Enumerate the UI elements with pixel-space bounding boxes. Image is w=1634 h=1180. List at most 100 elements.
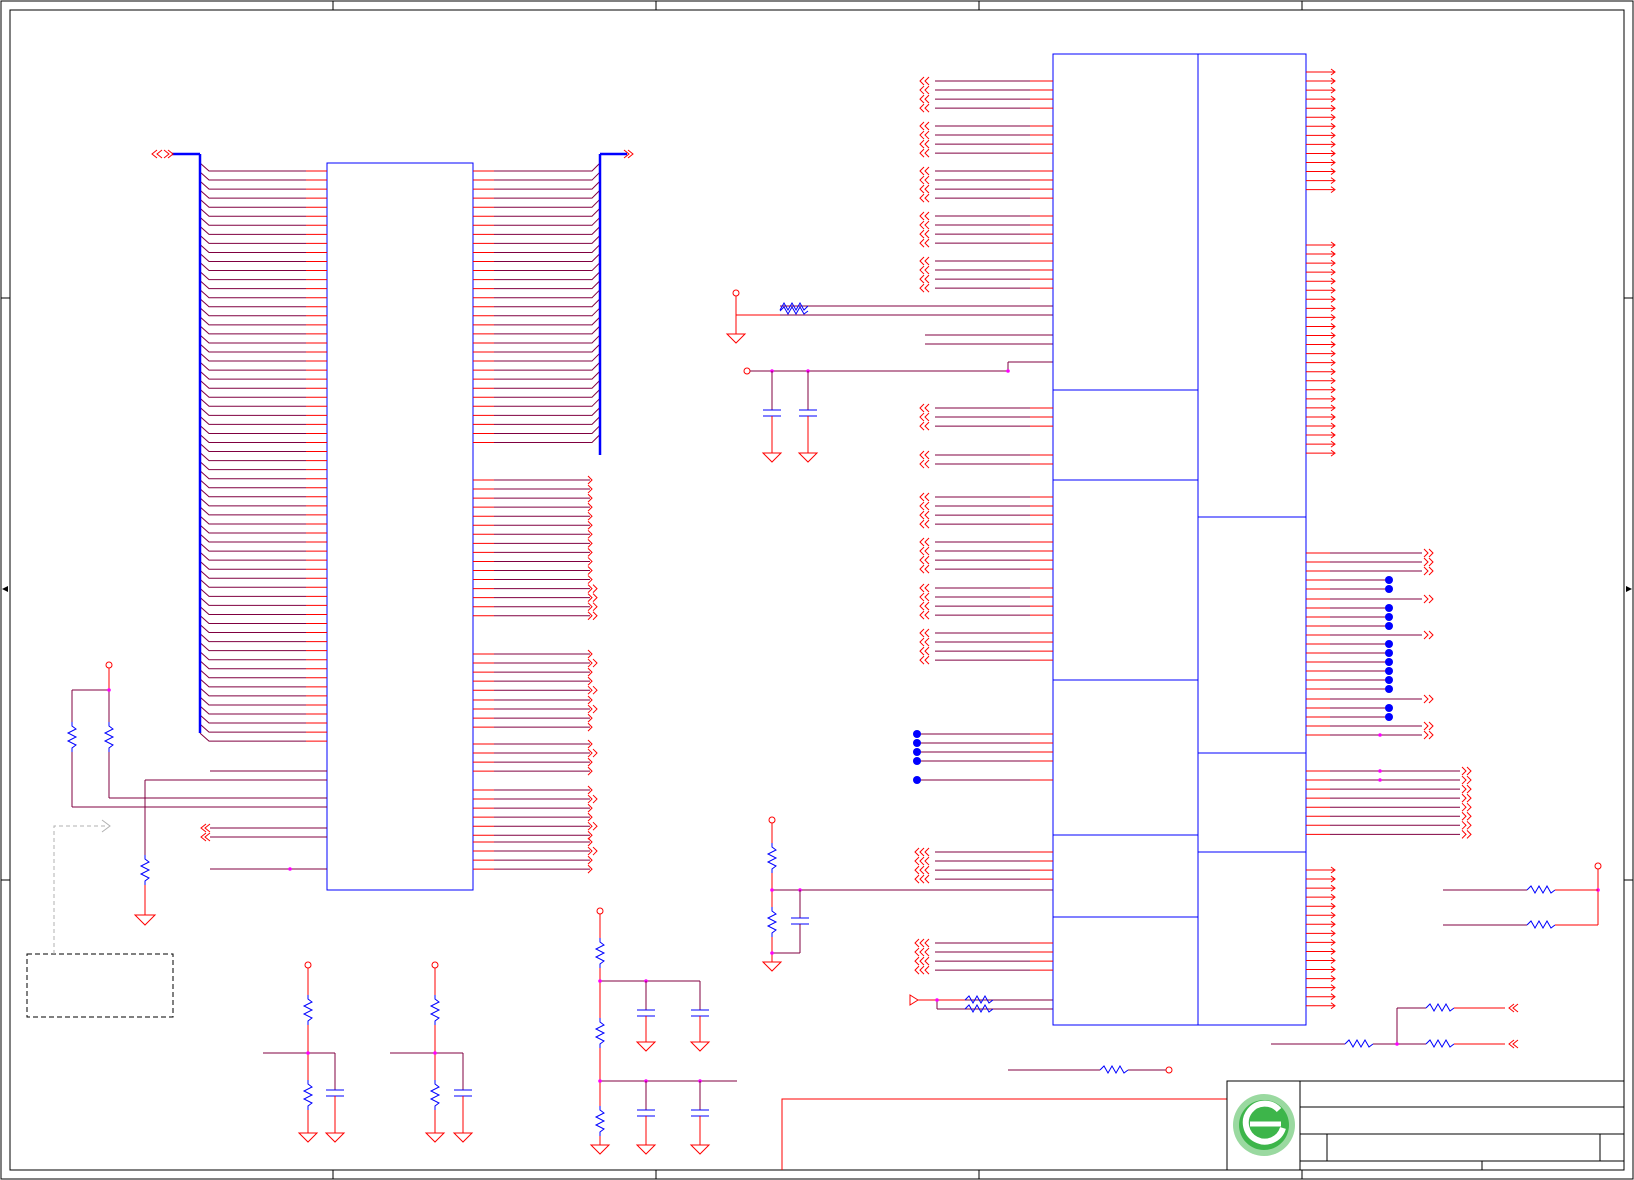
left-ic-left-pins: [199, 162, 327, 742]
net-wire: [199, 189, 306, 199]
net-wire: [494, 379, 601, 389]
net-wire: [199, 723, 306, 733]
left-pullup-network: [66, 661, 327, 926]
net-wire: [494, 298, 601, 308]
net-wire: [494, 397, 601, 407]
net-wire: [494, 162, 601, 172]
net-wire: [199, 506, 306, 516]
offsheet-connector-symbol: [919, 450, 925, 460]
offsheet-connector-symbol: [1428, 566, 1434, 576]
net-wire: [494, 225, 601, 235]
net-wire: [494, 316, 601, 326]
rc-network-1: [263, 961, 346, 1143]
offsheet-connector-symbol: [919, 601, 925, 611]
offsheet-connector-symbol: [1466, 793, 1472, 803]
offsheet-connector-symbol: [924, 546, 930, 556]
offsheet-connector-symbol: [919, 283, 925, 293]
net-wire: [199, 352, 306, 362]
offsheet-connector-symbol: [919, 274, 925, 284]
offsheet-connector-symbol: [919, 510, 925, 520]
offsheet-connector-symbol: [919, 166, 925, 176]
net-wire: [494, 253, 601, 262]
offsheet-connector-symbol: [924, 85, 930, 95]
offsheet-connector-symbol: [914, 874, 920, 884]
offsheet-connector-symbol: [924, 501, 930, 511]
offsheet-connector-symbol: [1428, 721, 1434, 731]
sheet-inner-border: [9, 9, 1625, 1171]
offsheet-connector-symbol: [919, 519, 925, 529]
offsheet-connector-symbol: [919, 637, 925, 647]
offsheet-connector-symbol: [919, 193, 925, 203]
resistor-symbol: [139, 855, 151, 885]
offsheet-connector-symbol: [919, 130, 925, 140]
offsheet-connector-symbol: [924, 166, 930, 176]
offsheet-connector-symbol: [919, 184, 925, 194]
net-wire: [494, 325, 601, 335]
net-wire: [494, 343, 601, 353]
offsheet-connector-symbol: [924, 655, 930, 665]
net-wire: [494, 180, 601, 190]
net-wire: [199, 624, 306, 634]
net-wire: [199, 551, 306, 561]
offsheet-connector-symbol: [1466, 811, 1472, 821]
offsheet-connector-symbol: [919, 412, 925, 422]
offsheet-connector-symbol: [919, 965, 925, 975]
offsheet-connector-symbol: [1466, 766, 1472, 776]
offsheet-connector-symbol: [924, 238, 930, 248]
right-ic-body: [1052, 53, 1307, 1026]
offsheet-connector-symbol: [592, 584, 598, 593]
offsheet-connector-symbol: [924, 865, 930, 875]
offsheet-connector-symbol: [924, 956, 930, 966]
offsheet-connector-symbol: [919, 220, 925, 230]
net-wire: [199, 443, 306, 453]
offsheet-connector-symbol: [919, 583, 925, 593]
offsheet-connector-symbol: [924, 403, 930, 413]
net-wire: [199, 615, 306, 624]
net-wire: [494, 244, 601, 253]
net-wire: [199, 479, 306, 489]
right-ic-right-pins: [1306, 68, 1472, 1010]
resistor-symbol: [66, 722, 78, 752]
offsheet-connector-symbol: [924, 947, 930, 957]
offsheet-connector-symbol: [592, 685, 598, 695]
offsheet-connector-symbol: [914, 865, 920, 875]
offsheet-connector-symbol: [919, 121, 925, 131]
offsheet-connector-symbol: [1461, 811, 1467, 821]
net-wire: [199, 705, 306, 715]
offsheet-connector-symbol: [592, 794, 598, 804]
resistor-symbol: [103, 722, 115, 752]
net-wire: [199, 216, 306, 226]
offsheet-connector-symbol: [592, 846, 598, 856]
pcb-outline-box: [781, 1098, 1227, 1170]
offsheet-connector-symbol: [919, 256, 925, 266]
offsheet-connector-symbol: [924, 229, 930, 239]
net-wire: [494, 207, 601, 217]
left-bus: [172, 152, 202, 733]
no-connect-dots-left: [913, 730, 921, 784]
offsheet-connector-symbol: [924, 938, 930, 948]
net-wire: [199, 235, 306, 244]
company-logo: [1233, 1094, 1295, 1156]
offsheet-connector-symbol: [592, 593, 598, 603]
net-wire: [199, 660, 306, 670]
offsheet-connector-symbol: [919, 874, 925, 884]
offsheet-connector-symbol: [924, 421, 930, 431]
net-wire: [494, 416, 601, 425]
offsheet-connector-symbol: [1423, 548, 1429, 558]
net-wire: [494, 352, 601, 362]
net-wire: [199, 162, 306, 172]
net-wire: [199, 397, 306, 407]
offsheet-connector-symbol: [1461, 793, 1467, 803]
left-ic-body: [326, 162, 474, 891]
net-wire: [199, 569, 306, 579]
offsheet-connector-symbol: [592, 611, 598, 621]
offsheet-connector-symbol: [1428, 730, 1434, 740]
middle-power-network: [725, 289, 1053, 463]
offsheet-connector-symbol: [924, 94, 930, 104]
net-wire: [199, 298, 306, 308]
net-wire: [494, 406, 601, 416]
offsheet-connector-symbol: [1466, 802, 1472, 812]
ground-symbol: [133, 914, 157, 926]
offsheet-connector-symbol: [924, 139, 930, 149]
net-wire: [199, 633, 306, 643]
